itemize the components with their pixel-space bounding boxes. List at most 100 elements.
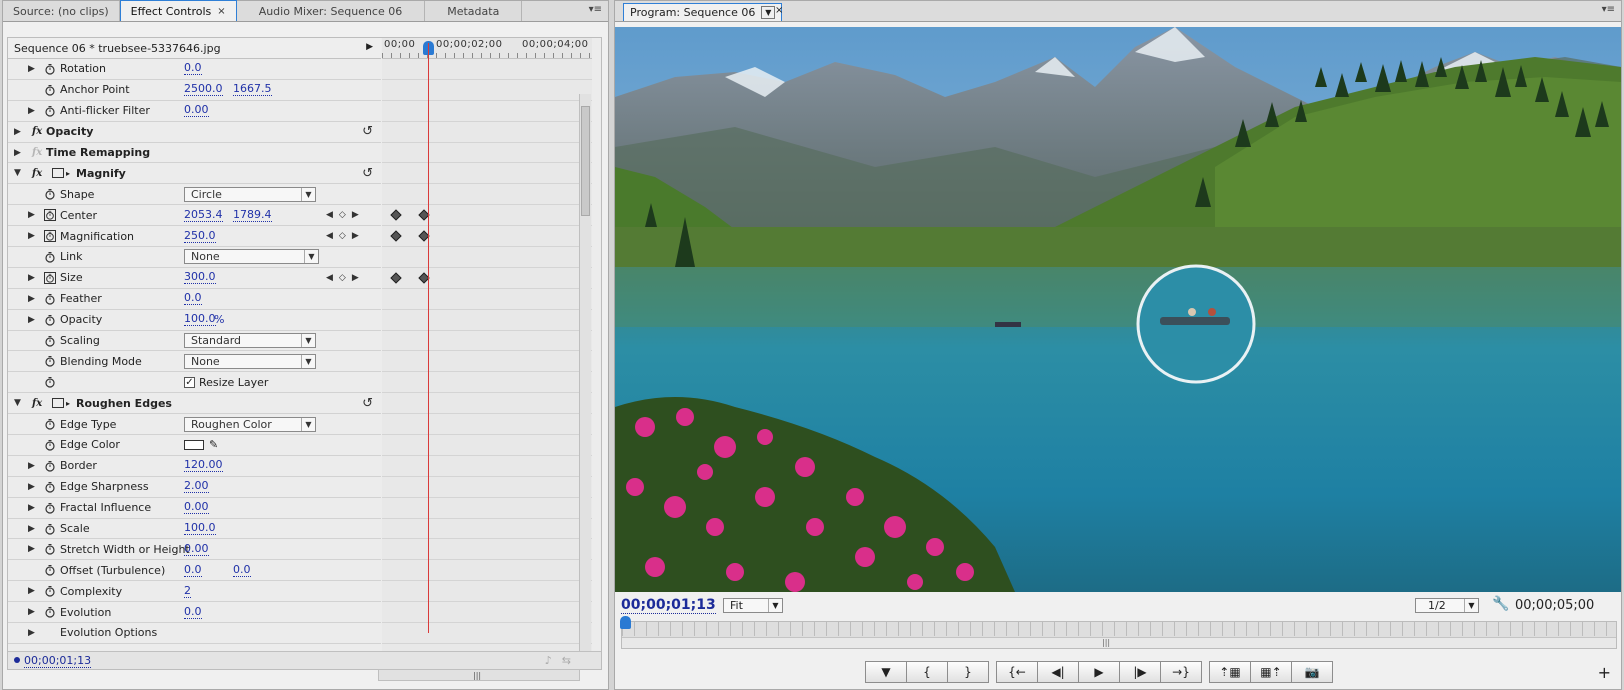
mark-out-button[interactable]: }	[947, 661, 989, 683]
stopwatch-icon[interactable]	[44, 188, 56, 200]
mask-rect-icon[interactable]	[52, 398, 64, 409]
playhead-timecode[interactable]: 00;00;01;13	[621, 597, 716, 614]
twirl-icon[interactable]: ▶	[28, 273, 35, 283]
stopwatch-icon[interactable]	[44, 418, 56, 430]
stopwatch-icon[interactable]	[44, 585, 56, 597]
twirl-icon[interactable]: ▶	[28, 294, 35, 304]
size-value[interactable]: 300.0	[184, 271, 216, 285]
opacity-value[interactable]: 100.0	[184, 313, 216, 327]
close-icon[interactable]: ×	[217, 2, 225, 21]
twirl-icon[interactable]: ▶	[28, 544, 35, 554]
fx-icon[interactable]: fx	[32, 398, 42, 409]
keyframe-navigator[interactable]: ◀◇▶	[326, 231, 365, 241]
footer-audio-icons[interactable]: ♪⇆	[545, 654, 581, 667]
stopwatch-icon[interactable]	[44, 63, 56, 75]
scroll-thumb[interactable]	[581, 106, 590, 216]
stopwatch-icon[interactable]	[44, 439, 56, 451]
twirl-icon[interactable]: ▶	[28, 461, 35, 471]
tab-effect-controls[interactable]: Effect Controls ×	[119, 0, 237, 21]
lift-button[interactable]: ⇡▦	[1209, 661, 1251, 683]
zoom-level-dropdown[interactable]: Fit ▼	[723, 598, 783, 613]
twirl-icon[interactable]: ▶	[28, 482, 35, 492]
eyedropper-icon[interactable]: ✎	[209, 438, 218, 451]
stretch-value[interactable]: 0.00	[184, 542, 209, 556]
step-back-button[interactable]: ◀|	[1037, 661, 1079, 683]
anti-flicker-value[interactable]: 0.00	[184, 104, 209, 118]
twirl-icon[interactable]: ▶	[28, 503, 35, 513]
stopwatch-icon[interactable]	[44, 355, 56, 368]
stopwatch-icon[interactable]	[44, 335, 56, 347]
twirl-icon[interactable]: ▶	[28, 106, 35, 116]
add-marker-button[interactable]: ▼	[865, 661, 907, 683]
effect-timeline[interactable]	[382, 59, 592, 659]
playhead-handle[interactable]	[620, 616, 631, 629]
twirl-icon[interactable]: ▶	[28, 64, 35, 74]
chevron-down-icon[interactable]: ▼	[761, 6, 776, 19]
tab-source[interactable]: Source: (no clips)	[3, 1, 120, 21]
stopwatch-icon[interactable]	[44, 606, 56, 618]
stopwatch-icon[interactable]	[44, 460, 56, 472]
current-timecode[interactable]: 00;00;01;13	[24, 654, 92, 668]
twirl-icon[interactable]: ▶	[14, 148, 21, 158]
keyframe[interactable]	[390, 272, 402, 284]
mask-arrow-icon[interactable]: ▸	[66, 169, 70, 178]
tab-program[interactable]: Program: Sequence 06 ▼	[623, 3, 783, 21]
mask-rect-icon[interactable]	[52, 168, 64, 179]
stopwatch-icon[interactable]	[44, 543, 56, 556]
mark-in-button[interactable]: {	[906, 661, 948, 683]
timeline-ruler[interactable]: 00;00 00;00;02;00 00;00;04;00	[382, 38, 592, 59]
twirl-open-icon[interactable]: ▼	[14, 398, 21, 408]
edge-type-dropdown[interactable]: Roughen Color ▼	[184, 416, 316, 432]
show-timeline-icon[interactable]: ▶	[366, 42, 373, 52]
extract-button[interactable]: ▦⇡	[1250, 661, 1292, 683]
panel-menu-icon[interactable]: ▾≡	[589, 4, 602, 15]
tab-audio-mixer[interactable]: Audio Mixer: Sequence 06	[237, 1, 426, 21]
playback-resolution-dropdown[interactable]: 1/2 ▼	[1415, 598, 1479, 613]
step-forward-button[interactable]: |▶	[1119, 661, 1161, 683]
program-scrubber[interactable]: |||	[620, 616, 1617, 649]
center-x-value[interactable]: 2053.4	[184, 208, 223, 222]
tab-metadata[interactable]: Metadata	[425, 1, 523, 21]
fractal-influence-value[interactable]: 0.00	[184, 501, 209, 515]
stopwatch-icon[interactable]	[44, 481, 56, 493]
stopwatch-icon[interactable]	[44, 84, 56, 96]
keyframe-navigator[interactable]: ◀◇▶	[326, 273, 365, 283]
keyframe-navigator[interactable]: ◀◇▶	[326, 210, 365, 220]
twirl-icon[interactable]: ▶	[28, 315, 35, 325]
button-editor-add-icon[interactable]: +	[1598, 663, 1611, 682]
offset-x-value[interactable]: 0.0	[184, 563, 202, 577]
go-to-in-button[interactable]: {←	[996, 661, 1038, 683]
export-frame-button[interactable]: 📷	[1291, 661, 1333, 683]
twirl-icon[interactable]: ▶	[14, 127, 21, 137]
panel-menu-icon[interactable]: ▾≡	[1602, 4, 1615, 15]
anchor-y-value[interactable]: 1667.5	[233, 83, 272, 97]
edge-sharpness-value[interactable]: 2.00	[184, 480, 209, 494]
blending-mode-dropdown[interactable]: None ▼	[184, 353, 316, 369]
keyframe[interactable]	[390, 230, 402, 242]
vertical-scrollbar[interactable]	[579, 94, 591, 669]
stopwatch-active-icon[interactable]	[44, 271, 56, 284]
stopwatch-icon[interactable]	[44, 376, 56, 388]
complexity-value[interactable]: 2	[184, 584, 191, 598]
stopwatch-icon[interactable]	[44, 293, 56, 305]
close-icon[interactable]: ×	[775, 5, 783, 16]
rotation-value[interactable]: 0.0	[184, 62, 202, 76]
border-value[interactable]: 120.00	[184, 459, 223, 473]
fx-icon[interactable]: fx	[32, 168, 42, 179]
scaling-dropdown[interactable]: Standard ▼	[184, 333, 316, 349]
stopwatch-icon[interactable]	[44, 314, 56, 326]
stopwatch-icon[interactable]	[44, 502, 56, 514]
twirl-icon[interactable]: ▶	[28, 607, 35, 617]
stopwatch-icon[interactable]	[44, 564, 56, 576]
stopwatch-icon[interactable]	[44, 251, 56, 263]
center-y-value[interactable]: 1789.4	[233, 208, 272, 222]
stopwatch-active-icon[interactable]	[44, 209, 56, 222]
reset-icon[interactable]: ↺	[362, 396, 373, 411]
program-video-frame[interactable]	[615, 27, 1621, 592]
fx-icon[interactable]: fx	[32, 126, 42, 137]
mask-arrow-icon[interactable]: ▸	[66, 399, 70, 408]
twirl-open-icon[interactable]: ▼	[14, 168, 21, 178]
zoom-scrollbar[interactable]: |||	[622, 637, 1616, 648]
offset-y-value[interactable]: 0.0	[233, 563, 251, 577]
twirl-icon[interactable]: ▶	[28, 628, 35, 638]
